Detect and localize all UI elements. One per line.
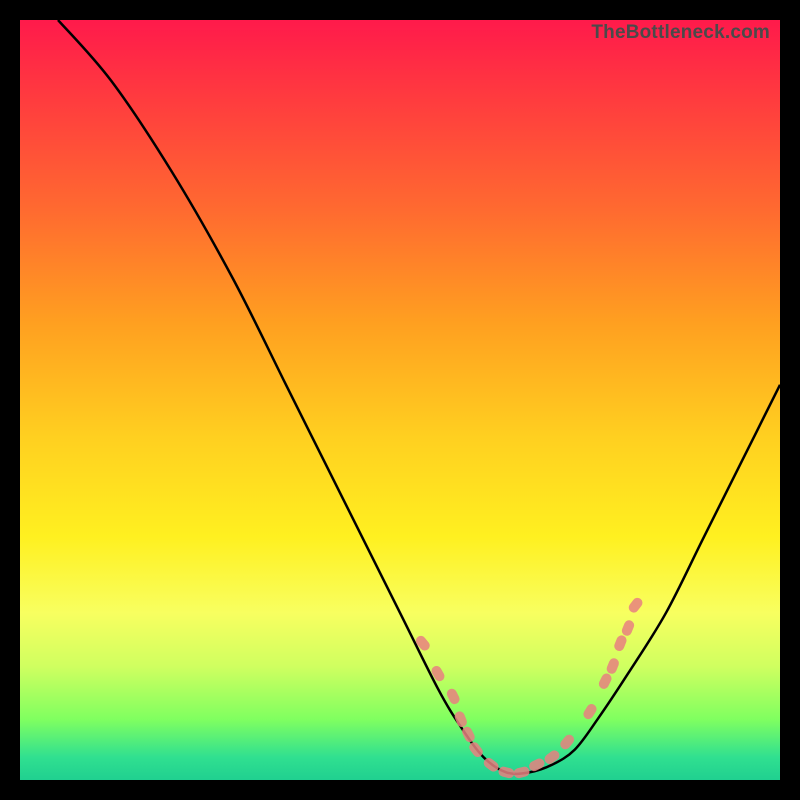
valley-marker	[620, 619, 635, 638]
chart-frame: TheBottleneck.com	[0, 0, 800, 800]
valley-marker	[605, 657, 620, 676]
valley-markers	[414, 596, 645, 779]
valley-marker	[558, 733, 576, 752]
curve-layer	[20, 20, 780, 780]
valley-marker	[497, 766, 515, 780]
valley-marker	[597, 672, 613, 691]
valley-marker	[513, 766, 531, 780]
valley-marker	[453, 710, 468, 729]
valley-marker	[613, 634, 628, 653]
plot-area: TheBottleneck.com	[20, 20, 780, 780]
valley-marker	[582, 702, 599, 721]
valley-marker	[627, 596, 645, 615]
valley-marker	[414, 634, 432, 653]
bottleneck-curve	[58, 20, 780, 774]
valley-marker	[445, 687, 461, 706]
valley-marker	[543, 748, 562, 766]
